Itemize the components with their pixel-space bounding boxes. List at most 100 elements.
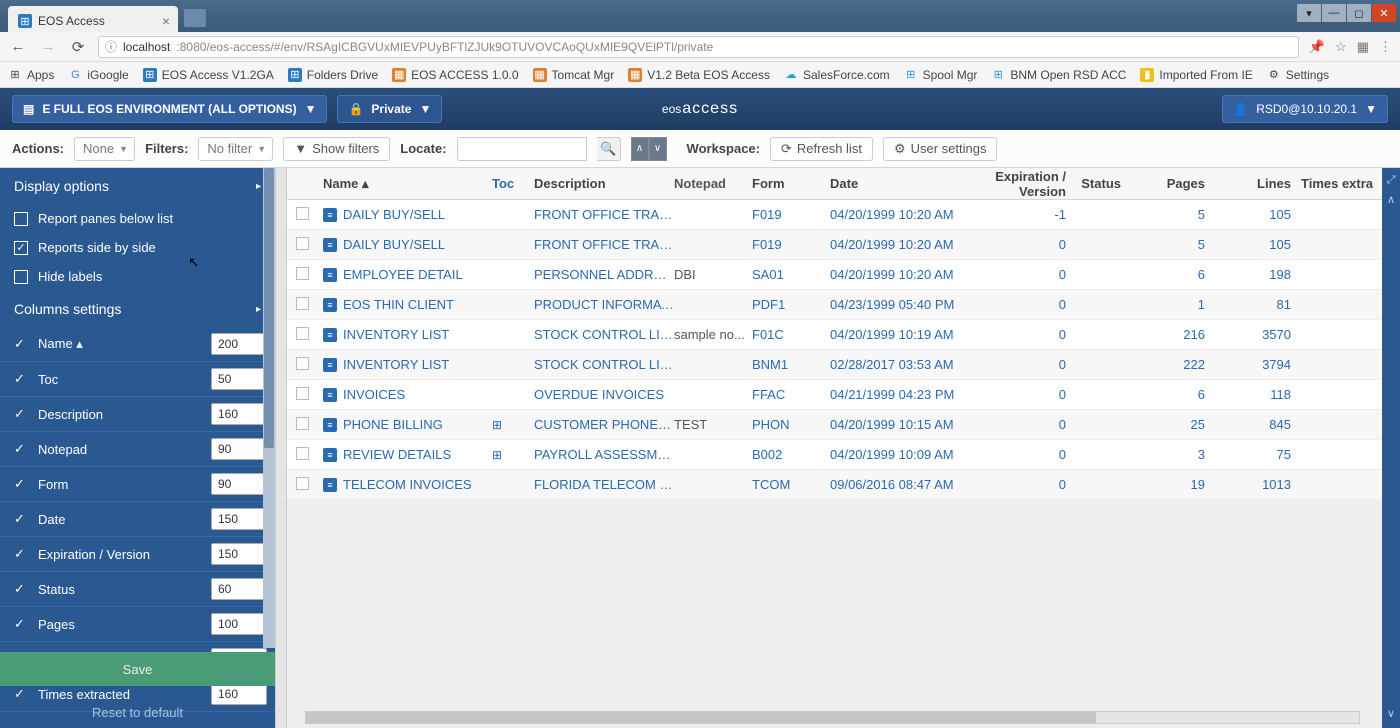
locate-next-button[interactable]: ∨ — [649, 137, 667, 161]
col-header-notepad[interactable]: Notepad — [674, 176, 752, 191]
bookmark-eos-access-100[interactable]: ▦EOS ACCESS 1.0.0 — [392, 68, 518, 82]
display-option[interactable]: Report panes below list — [0, 204, 275, 233]
col-header-form[interactable]: Form — [752, 176, 830, 191]
col-header-times[interactable]: Times extra — [1301, 176, 1381, 191]
column-width-input[interactable] — [211, 473, 267, 495]
expand-icon[interactable]: ⤢ — [1387, 174, 1396, 187]
table-row[interactable]: ≡INVOICES OVERDUE INVOICES FFAC 04/21/19… — [287, 380, 1400, 410]
column-width-input[interactable] — [211, 438, 267, 460]
minimize-icon[interactable]: — — [1322, 4, 1346, 22]
row-checkbox[interactable] — [296, 477, 309, 490]
table-row[interactable]: ≡DAILY BUY/SELL FRONT OFFICE TRANS... F0… — [287, 200, 1400, 230]
column-width-input[interactable] — [211, 333, 267, 355]
reload-icon[interactable]: ⟳ — [68, 38, 88, 56]
table-row[interactable]: ≡TELECOM INVOICES FLORIDA TELECOM C... T… — [287, 470, 1400, 500]
bookmark-settings[interactable]: ⚙Settings — [1267, 68, 1329, 82]
display-option[interactable]: ✓Reports side by side — [0, 233, 275, 262]
row-checkbox[interactable] — [296, 327, 309, 340]
col-header-date[interactable]: Date — [830, 176, 960, 191]
check-icon[interactable]: ✓ — [14, 581, 28, 597]
bookmark-eos-access[interactable]: ⊞EOS Access V1.2GA — [143, 68, 274, 82]
maximize-icon[interactable]: ◻ — [1347, 4, 1371, 22]
actions-select[interactable]: None — [74, 137, 135, 161]
table-row[interactable]: ≡EMPLOYEE DETAIL PERSONNEL ADDRES... DBI… — [287, 260, 1400, 290]
col-header-pages[interactable]: Pages — [1129, 176, 1215, 191]
pin-icon[interactable]: 📌 — [1309, 39, 1325, 55]
columns-settings-header[interactable]: Columns settings ▸ — [0, 291, 275, 327]
check-icon[interactable]: ✓ — [14, 371, 28, 387]
bookmark-folders-drive[interactable]: ⊞Folders Drive — [288, 68, 378, 82]
splitter[interactable] — [275, 168, 287, 728]
locate-input[interactable] — [457, 137, 587, 161]
row-checkbox[interactable] — [296, 207, 309, 220]
row-checkbox[interactable] — [296, 417, 309, 430]
col-header-description[interactable]: Description — [534, 176, 674, 191]
bookmark-v12beta[interactable]: ▦V1.2 Beta EOS Access — [628, 68, 770, 82]
check-icon[interactable]: ✓ — [14, 406, 28, 422]
bookmark-tomcat[interactable]: ▦Tomcat Mgr — [533, 68, 615, 82]
filters-select[interactable]: No filter — [198, 137, 273, 161]
column-width-input[interactable] — [211, 368, 267, 390]
show-filters-button[interactable]: ▼Show filters — [283, 137, 390, 161]
check-icon[interactable]: ✓ — [14, 336, 28, 352]
locate-prev-button[interactable]: ∧ — [631, 137, 649, 161]
search-button[interactable]: 🔍 — [597, 137, 621, 161]
table-row[interactable]: ≡EOS THIN CLIENT PRODUCT INFORMAT... PDF… — [287, 290, 1400, 320]
col-header-expiration[interactable]: Expiration / Version — [960, 169, 1076, 199]
sidebar-scrollbar[interactable] — [263, 168, 275, 648]
row-checkbox[interactable] — [296, 267, 309, 280]
bookmark-apps[interactable]: ⊞Apps — [8, 68, 54, 82]
bookmark-imported[interactable]: ▮Imported From IE — [1140, 68, 1252, 82]
window-close-icon[interactable]: ✕ — [1372, 4, 1396, 22]
close-icon[interactable]: × — [162, 13, 170, 29]
table-row[interactable]: ≡PHONE BILLING ⊞ CUSTOMER PHONE B... TES… — [287, 410, 1400, 440]
row-checkbox[interactable] — [296, 357, 309, 370]
bookmark-igoogle[interactable]: GiGoogle — [68, 68, 128, 82]
menu-icon[interactable]: ⋮ — [1379, 39, 1392, 55]
column-width-input[interactable] — [211, 403, 267, 425]
check-icon[interactable]: ✓ — [14, 441, 28, 457]
window-dropdown-icon[interactable]: ▾ — [1297, 4, 1321, 22]
bookmark-spoolmgr[interactable]: ⊞Spool Mgr — [904, 68, 978, 82]
url-input[interactable]: ⓘ localhost:8080/eos-access/#/env/RSAgIC… — [98, 36, 1299, 58]
bookmark-bnm[interactable]: ⊞BNM Open RSD ACC — [991, 68, 1126, 82]
refresh-button[interactable]: ⟳Refresh list — [770, 137, 873, 161]
row-checkbox[interactable] — [296, 387, 309, 400]
table-row[interactable]: ≡DAILY BUY/SELL FRONT OFFICE TRANS... F0… — [287, 230, 1400, 260]
bookmark-salesforce[interactable]: ☁SalesForce.com — [784, 68, 890, 82]
user-dropdown[interactable]: 👤 RSD0@10.10.20.1 ▼ — [1222, 95, 1388, 123]
display-option[interactable]: Hide labels — [0, 262, 275, 291]
check-icon[interactable]: ✓ — [14, 476, 28, 492]
check-icon[interactable]: ✓ — [14, 511, 28, 527]
col-header-status[interactable]: Status — [1076, 176, 1129, 191]
user-settings-button[interactable]: ⚙User settings — [883, 137, 998, 161]
check-icon[interactable]: ✓ — [14, 546, 28, 562]
new-tab-button[interactable] — [184, 9, 206, 27]
col-header-lines[interactable]: Lines — [1215, 176, 1301, 191]
row-checkbox[interactable] — [296, 297, 309, 310]
column-width-input[interactable] — [211, 508, 267, 530]
column-width-input[interactable] — [211, 543, 267, 565]
forward-icon[interactable]: → — [38, 38, 58, 55]
scrollbar-thumb[interactable] — [306, 712, 1096, 723]
col-header-toc[interactable]: Toc — [492, 176, 534, 191]
display-options-header[interactable]: Display options ▸ — [0, 168, 275, 204]
star-icon[interactable]: ☆ — [1335, 39, 1347, 55]
extension-icon[interactable]: ▦ — [1357, 39, 1369, 55]
row-checkbox[interactable] — [296, 447, 309, 460]
privacy-dropdown[interactable]: 🔒 Private ▼ — [337, 95, 442, 123]
environment-dropdown[interactable]: ▤ E FULL EOS ENVIRONMENT (ALL OPTIONS) ▼ — [12, 95, 327, 123]
scroll-up-icon[interactable]: ∧ — [1387, 193, 1395, 206]
column-width-input[interactable] — [211, 683, 267, 705]
row-checkbox[interactable] — [296, 237, 309, 250]
check-icon[interactable]: ✓ — [14, 616, 28, 632]
table-row[interactable]: ≡INVENTORY LIST STOCK CONTROL LIST... sa… — [287, 320, 1400, 350]
reset-button[interactable]: Reset to default — [0, 705, 275, 720]
save-button[interactable]: Save — [0, 652, 275, 686]
column-width-input[interactable] — [211, 578, 267, 600]
horizontal-scrollbar[interactable] — [305, 711, 1360, 724]
browser-tab[interactable]: ⊞ EOS Access × — [8, 6, 178, 32]
info-icon[interactable]: ⓘ — [105, 38, 117, 55]
scroll-down-icon[interactable]: ∨ — [1387, 707, 1395, 720]
table-row[interactable]: ≡INVENTORY LIST STOCK CONTROL LIST... BN… — [287, 350, 1400, 380]
